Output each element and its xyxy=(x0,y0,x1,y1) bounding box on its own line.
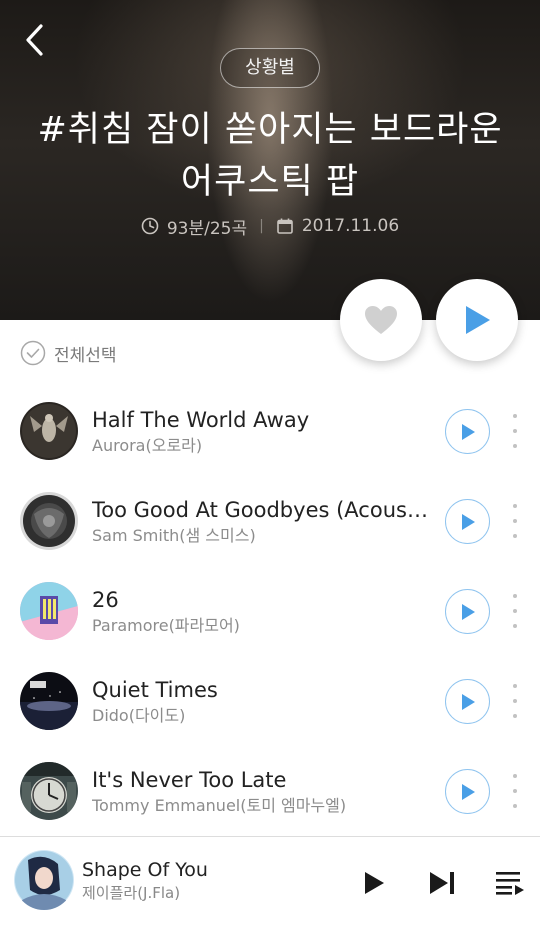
track-row[interactable]: Too Good At Goodbyes (Acoustic) Sam Smit… xyxy=(0,476,540,566)
check-circle-icon xyxy=(20,340,46,366)
play-icon xyxy=(461,603,475,620)
track-play-button[interactable] xyxy=(445,679,490,724)
mini-play-button[interactable] xyxy=(356,865,392,901)
play-icon xyxy=(365,872,384,894)
more-dot xyxy=(513,429,517,433)
play-icon xyxy=(461,693,475,710)
track-play-button[interactable] xyxy=(445,589,490,634)
playlist-queue-button[interactable] xyxy=(492,865,528,901)
track-row[interactable]: Quiet Times Dido(다이도) xyxy=(0,656,540,746)
more-dot xyxy=(513,774,517,778)
more-dot xyxy=(513,714,517,718)
play-all-button[interactable] xyxy=(436,279,518,361)
album-cover xyxy=(20,402,78,460)
more-dot xyxy=(513,414,517,418)
meta-separator: | xyxy=(259,218,264,234)
more-options-button[interactable] xyxy=(504,414,526,448)
track-play-button[interactable] xyxy=(445,499,490,544)
play-icon xyxy=(461,513,475,530)
more-options-button[interactable] xyxy=(504,504,526,538)
track-artist: Sam Smith(샘 스미스) xyxy=(92,526,256,545)
track-row[interactable]: Half The World Away Aurora(오로라) xyxy=(0,386,540,476)
track-row[interactable]: 26 Paramore(파라모어) xyxy=(0,566,540,656)
now-playing-cover[interactable] xyxy=(14,850,74,910)
skip-next-icon xyxy=(430,872,454,894)
heart-icon xyxy=(365,306,397,334)
album-cover xyxy=(20,762,78,820)
more-options-button[interactable] xyxy=(504,684,526,718)
now-playing-title: Shape Of You xyxy=(82,859,208,881)
mini-player: Shape Of You 제이플라(J.Fla) xyxy=(0,836,540,927)
more-dot xyxy=(513,444,517,448)
track-title: It's Never Too Late xyxy=(92,768,287,792)
more-dot xyxy=(513,519,517,523)
category-badge[interactable]: 상황별 xyxy=(220,48,320,88)
clock-icon xyxy=(141,217,159,235)
more-dot xyxy=(513,804,517,808)
more-dot xyxy=(513,624,517,628)
more-dot xyxy=(513,789,517,793)
chevron-left-icon xyxy=(26,24,43,56)
more-dot xyxy=(513,609,517,613)
track-artist: Aurora(오로라) xyxy=(92,436,203,455)
album-cover xyxy=(20,492,78,550)
track-title: Quiet Times xyxy=(92,678,218,702)
track-artist: Dido(다이도) xyxy=(92,706,186,725)
next-track-button[interactable] xyxy=(424,865,460,901)
more-dot xyxy=(513,534,517,538)
back-button[interactable] xyxy=(14,20,54,60)
playlist-icon xyxy=(496,872,524,895)
duration-info: 93분/25곡 xyxy=(166,218,248,239)
more-dot xyxy=(513,684,517,688)
play-icon xyxy=(461,783,475,800)
play-icon xyxy=(466,306,490,334)
play-icon xyxy=(461,423,475,440)
track-artist: Paramore(파라모어) xyxy=(92,616,240,635)
album-cover xyxy=(20,672,78,730)
track-play-button[interactable] xyxy=(445,409,490,454)
track-title: Half The World Away xyxy=(92,408,310,432)
more-dot xyxy=(513,594,517,598)
like-button[interactable] xyxy=(340,279,422,361)
playlist-title-line2: 어쿠스틱 팝 xyxy=(180,162,360,202)
more-options-button[interactable] xyxy=(504,774,526,808)
track-list: Half The World Away Aurora(오로라) Too Good… xyxy=(0,386,540,836)
calendar-icon xyxy=(277,218,293,234)
playlist-title-line1: #취침 잠이 쏟아지는 보드라운 xyxy=(37,110,503,150)
release-date: 2017.11.06 xyxy=(301,216,400,236)
select-all-label: 전체선택 xyxy=(54,345,117,366)
more-dot xyxy=(513,504,517,508)
album-cover xyxy=(20,582,78,640)
track-play-button[interactable] xyxy=(445,769,490,814)
playlist-header: 상황별 #취침 잠이 쏟아지는 보드라운 어쿠스틱 팝 93분/25곡 | 20… xyxy=(0,0,540,320)
more-dot xyxy=(513,699,517,703)
track-artist: Tommy Emmanuel(토미 엠마누엘) xyxy=(92,796,347,815)
playlist-meta: 93분/25곡 | 2017.11.06 xyxy=(0,212,540,240)
more-options-button[interactable] xyxy=(504,594,526,628)
select-all-toggle[interactable]: 전체선택 xyxy=(20,338,117,368)
now-playing-artist: 제이플라(J.Fla) xyxy=(82,884,181,902)
track-row[interactable]: It's Never Too Late Tommy Emmanuel(토미 엠마… xyxy=(0,746,540,836)
playlist-title: #취침 잠이 쏟아지는 보드라운 어쿠스틱 팝 xyxy=(20,104,520,208)
track-title: Too Good At Goodbyes (Acoustic) xyxy=(92,498,432,522)
track-title: 26 xyxy=(92,588,119,612)
